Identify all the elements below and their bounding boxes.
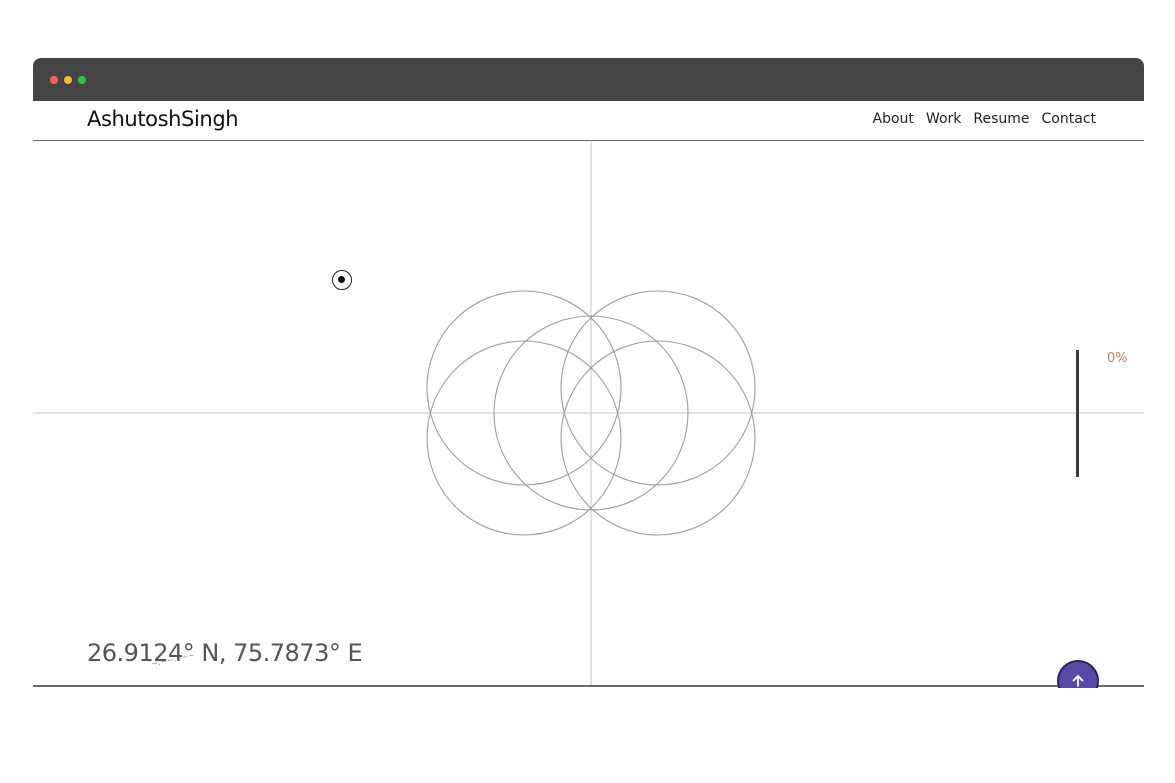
ring-circle xyxy=(426,290,622,486)
browser-window: AshutoshSingh About Work Resume Contact … xyxy=(33,58,1144,688)
nav-about[interactable]: About xyxy=(873,111,914,127)
ring-circle xyxy=(560,340,756,536)
cursor-dot xyxy=(338,276,345,283)
scroll-progress-bar xyxy=(1076,350,1079,477)
cursor-target-icon xyxy=(332,270,352,290)
scroll-progress-label: 0% xyxy=(1107,351,1128,366)
maximize-window-button[interactable] xyxy=(78,76,86,84)
location-coordinates: 26.9124° N, 75.7873° E xyxy=(87,639,363,667)
hero-graphic xyxy=(33,141,1144,686)
nav-resume[interactable]: Resume xyxy=(973,111,1029,127)
main-nav: About Work Resume Contact xyxy=(873,111,1096,127)
ring-circle xyxy=(426,340,622,536)
nav-contact[interactable]: Contact xyxy=(1042,111,1096,127)
close-window-button[interactable] xyxy=(50,76,58,84)
site-header: AshutoshSingh About Work Resume Contact xyxy=(33,101,1144,141)
window-titlebar xyxy=(33,58,1144,101)
arrow-up-icon xyxy=(1072,675,1084,687)
hero-stage: 0% 26.9124° N, 75.7873° E ~.~~..-~~ xyxy=(33,141,1144,686)
footer-divider xyxy=(33,685,1144,687)
ring-circle xyxy=(560,290,756,486)
nav-work[interactable]: Work xyxy=(926,111,961,127)
brand-logo[interactable]: AshutoshSingh xyxy=(87,107,239,131)
minimize-window-button[interactable] xyxy=(64,76,72,84)
